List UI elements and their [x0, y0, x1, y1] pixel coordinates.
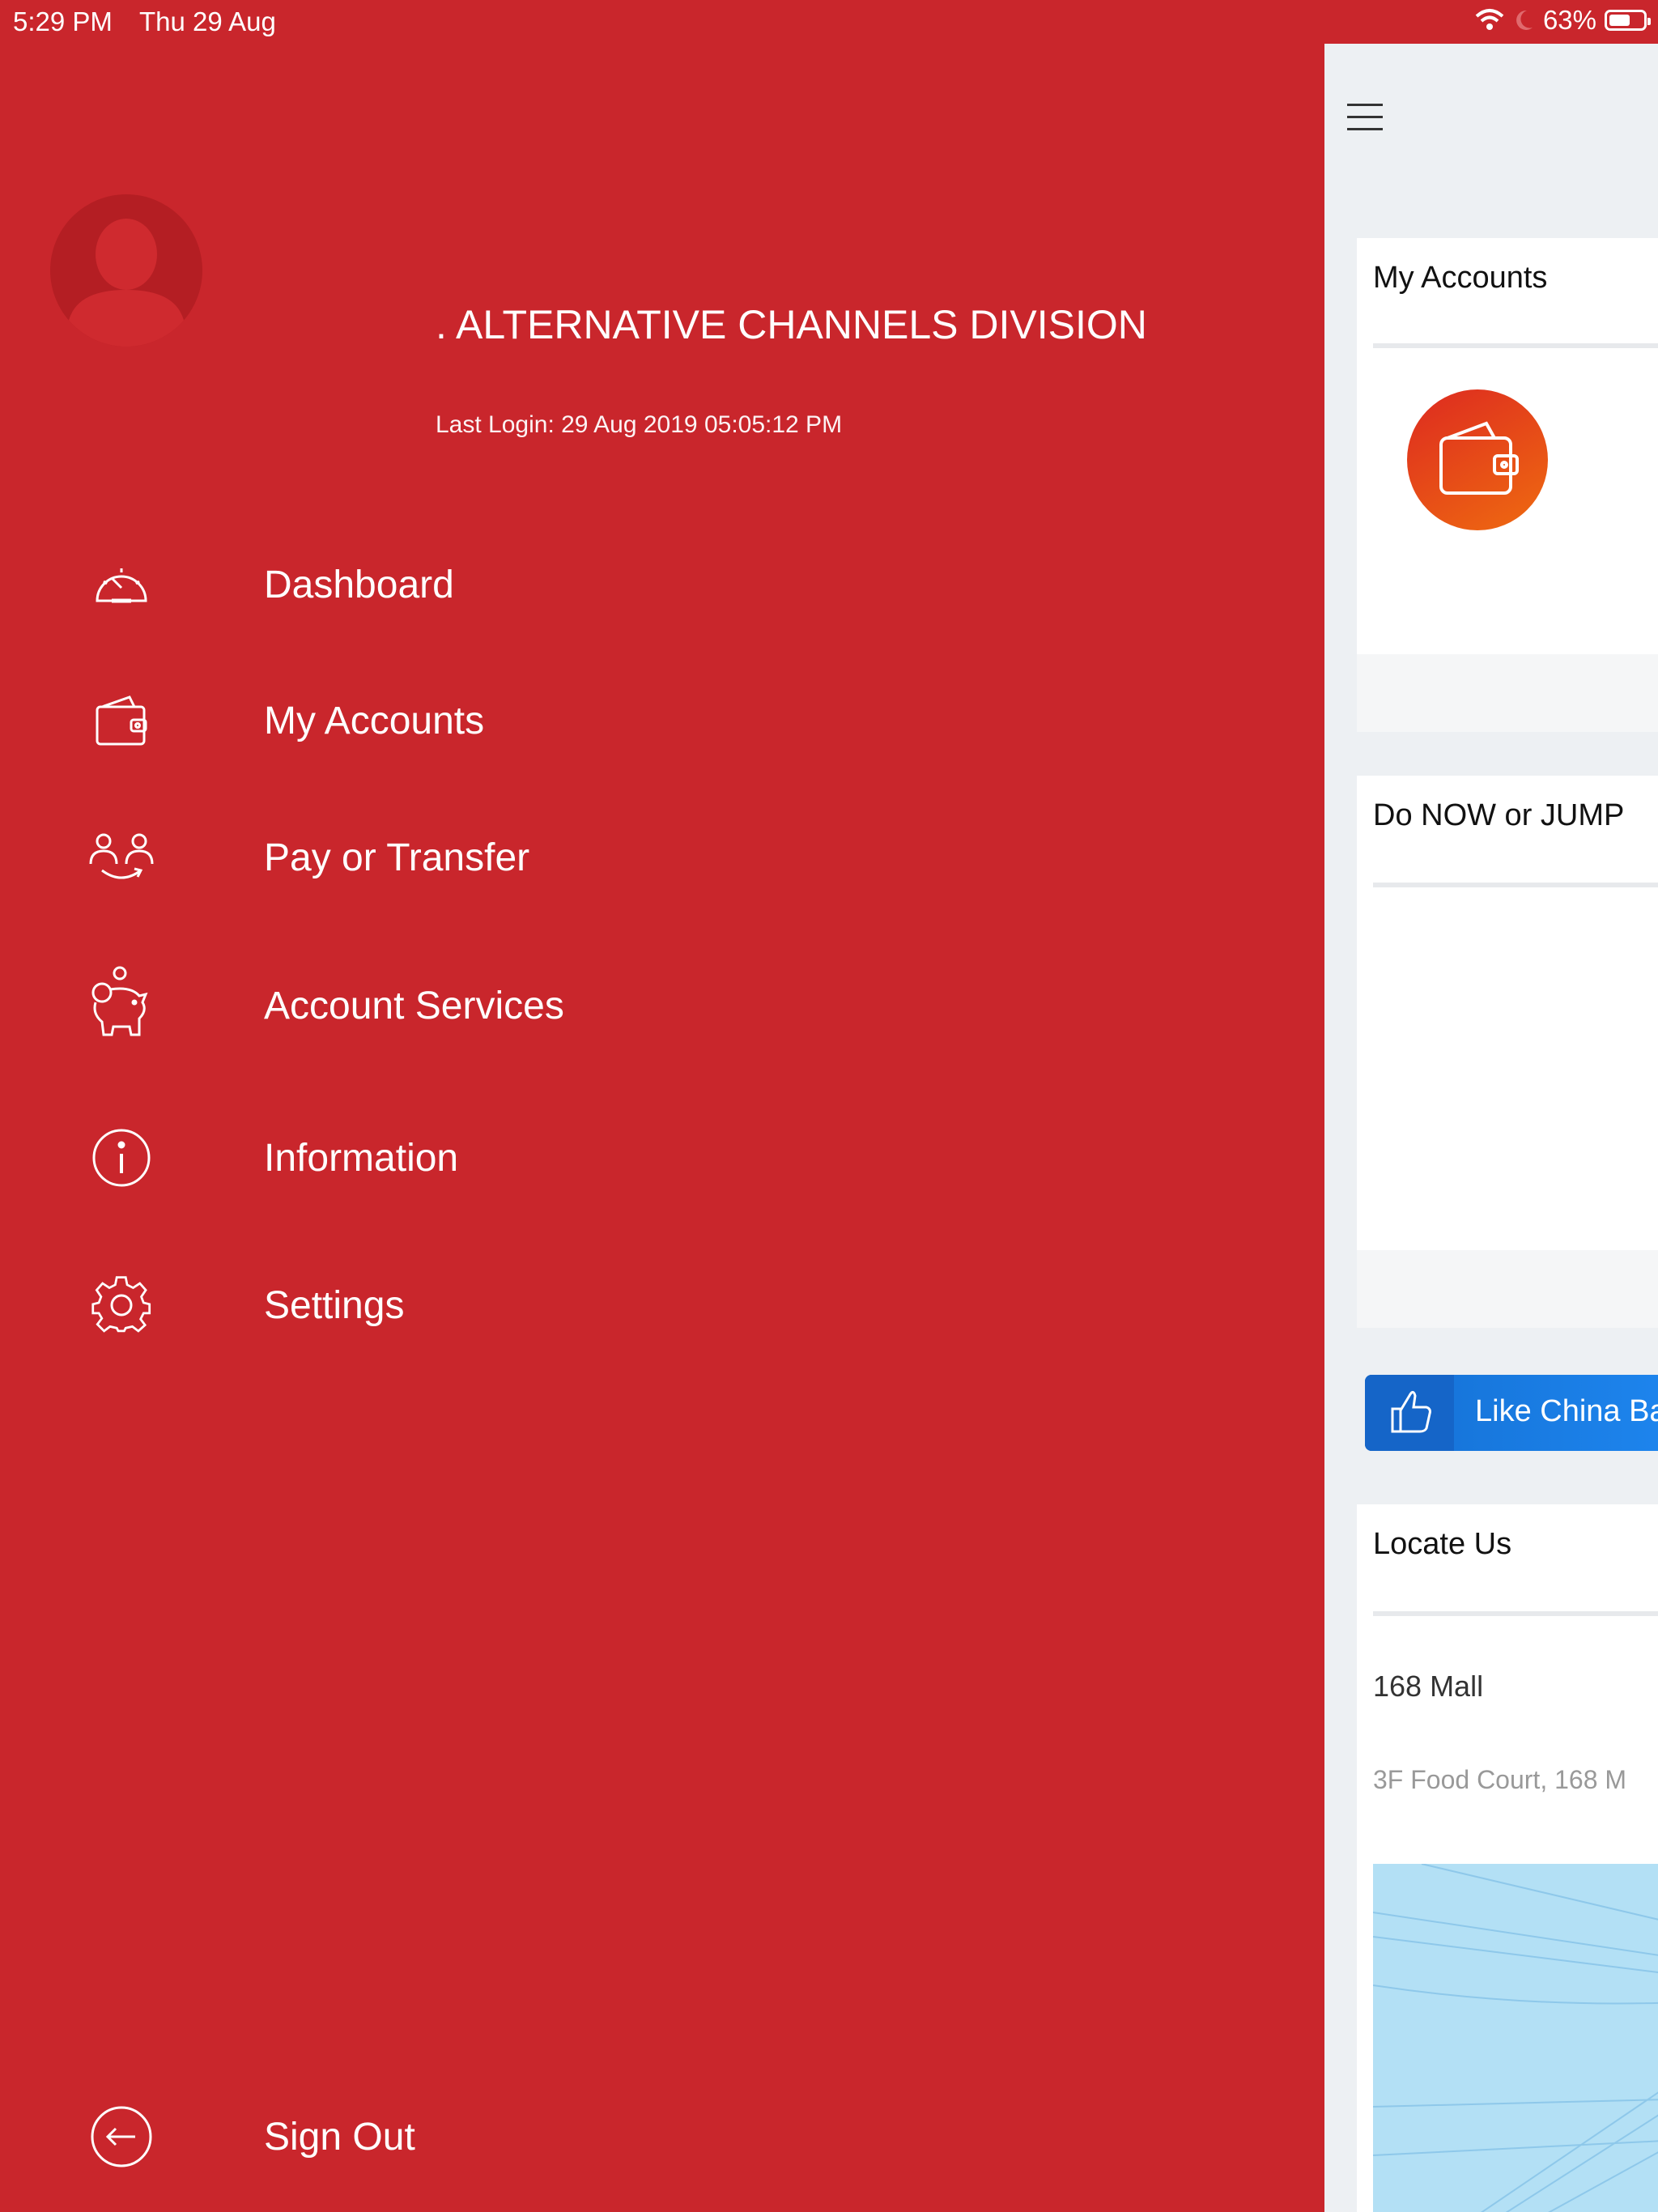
main-content: My Accounts Do NOW or JUMP Like China Ba…: [1324, 44, 1658, 2212]
info-icon: [81, 1117, 162, 1198]
card-title: Locate Us: [1373, 1527, 1512, 1561]
menu-item-information[interactable]: Information: [81, 1109, 810, 1206]
wallet-icon: [81, 680, 162, 761]
user-silhouette-icon: [68, 219, 185, 347]
thumbs-up-icon: [1365, 1375, 1454, 1451]
card-title: My Accounts: [1373, 261, 1548, 295]
menu-item-account-services[interactable]: Account Services: [81, 957, 810, 1054]
menu-label: Dashboard: [264, 563, 454, 606]
wallet-icon: [1439, 421, 1519, 495]
piggy-bank-icon: [81, 965, 162, 1046]
wifi-icon: [1475, 9, 1504, 30]
map-roads: [1373, 1864, 1658, 2212]
moon-icon: [1516, 10, 1533, 30]
card-title: Do NOW or JUMP: [1373, 798, 1625, 832]
menu-label: Information: [264, 1136, 459, 1180]
do-now-card[interactable]: [1357, 776, 1658, 1250]
place-name: 168 Mall: [1373, 1670, 1484, 1703]
last-login: Last Login: 29 Aug 2019 05:05:12 PM: [436, 411, 843, 438]
accounts-wallet-button[interactable]: [1407, 389, 1548, 530]
divider: [1373, 1611, 1658, 1616]
battery-percent: 63%: [1542, 5, 1596, 35]
speedometer-icon: [81, 544, 162, 625]
user-name: . ALTERNATIVE CHANNELS DIVISION: [436, 302, 1147, 347]
sign-out-label: Sign Out: [264, 2115, 415, 2159]
card-footer: [1357, 1250, 1658, 1328]
avatar: [50, 194, 202, 347]
menu-label: Settings: [264, 1283, 405, 1327]
menu-label: Pay or Transfer: [264, 836, 530, 879]
like-label: Like China Ba: [1475, 1394, 1658, 1428]
divider: [1373, 883, 1658, 887]
menu-item-pay-or-transfer[interactable]: Pay or Transfer: [81, 809, 810, 906]
status-time: 5:29 PM: [13, 6, 113, 36]
menu-item-settings[interactable]: Settings: [81, 1257, 810, 1354]
like-facebook-button[interactable]: Like China Ba: [1365, 1375, 1658, 1451]
menu-label: Account Services: [264, 984, 564, 1027]
battery-icon: [1605, 10, 1651, 31]
menu-label: My Accounts: [264, 699, 485, 742]
map-view[interactable]: [1373, 1864, 1658, 2212]
divider: [1373, 343, 1658, 348]
status-indicators: 63%: [1473, 5, 1651, 36]
gear-icon: [81, 1265, 162, 1346]
place-address: 3F Food Court, 168 M: [1373, 1765, 1627, 1794]
hamburger-menu-button[interactable]: [1347, 104, 1383, 136]
sign-out-icon: [81, 2096, 162, 2177]
side-drawer: . ALTERNATIVE CHANNELS DIVISION Last Log…: [0, 44, 1324, 2212]
status-date: Thu 29 Aug: [139, 6, 276, 36]
card-footer: [1357, 654, 1658, 732]
menu-item-my-accounts[interactable]: My Accounts: [81, 672, 810, 769]
sign-out-button[interactable]: Sign Out: [81, 2088, 810, 2185]
transfer-icon: [81, 817, 162, 898]
status-bar: 5:29 PM Thu 29 Aug 63%: [0, 0, 1658, 44]
menu-item-dashboard[interactable]: Dashboard: [81, 536, 810, 633]
